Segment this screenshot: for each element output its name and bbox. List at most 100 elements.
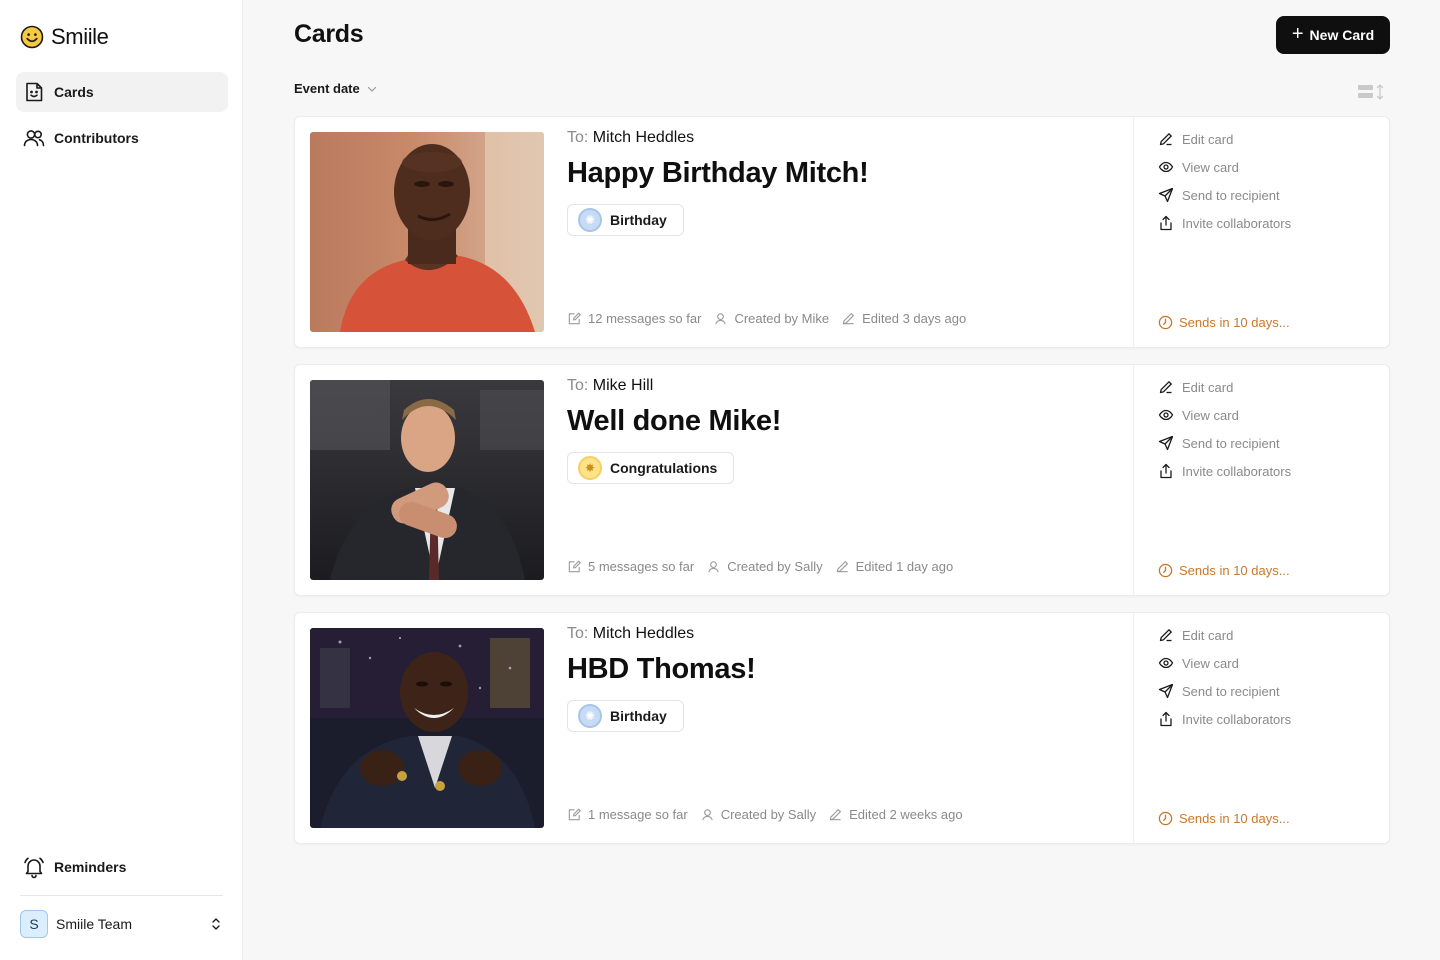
sidebar-item-label: Reminders bbox=[54, 859, 127, 875]
plus-icon: + bbox=[1291, 23, 1304, 45]
send-label: Send to recipient bbox=[1182, 187, 1280, 203]
created-by: Created by Mike bbox=[713, 311, 829, 326]
sidebar-divider bbox=[20, 895, 223, 896]
edited-time: Edited 2 weeks ago bbox=[828, 807, 963, 822]
card-title[interactable]: Happy Birthday Mitch! bbox=[567, 157, 869, 190]
edited-time: Edited 1 day ago bbox=[835, 559, 953, 574]
messages-text: 5 messages so far bbox=[588, 559, 695, 574]
edit-card-label: Edit card bbox=[1182, 131, 1234, 147]
messages-text: 12 messages so far bbox=[588, 311, 702, 326]
send-to-recipient-link[interactable]: Send to recipient bbox=[1158, 187, 1280, 203]
clock-icon bbox=[1158, 315, 1173, 330]
card-recipient: To: Mike Hill bbox=[567, 377, 653, 395]
sidebar-item-label: Contributors bbox=[54, 130, 139, 146]
invite-collaborators-link[interactable]: Invite collaborators bbox=[1158, 215, 1291, 231]
created-by-text: Created by Mike bbox=[734, 311, 830, 326]
recipient-name: Mitch Heddles bbox=[592, 625, 695, 642]
view-card-link[interactable]: View card bbox=[1158, 655, 1239, 671]
share-icon bbox=[1160, 711, 1172, 727]
users-icon bbox=[23, 130, 45, 147]
team-name: Smiile Team bbox=[56, 916, 132, 932]
card-title[interactable]: HBD Thomas! bbox=[567, 653, 756, 686]
messages-text: 1 message so far bbox=[588, 807, 688, 822]
card-item[interactable]: To: Mitch Heddles HBD Thomas! ✺ Birthday… bbox=[294, 612, 1390, 844]
view-toggle-icon[interactable] bbox=[1358, 82, 1386, 102]
edited-text: Edited 2 weeks ago bbox=[849, 807, 963, 822]
note-edit-icon bbox=[568, 560, 581, 573]
card-meta: 1 message so far Created by Sally Edited… bbox=[567, 807, 963, 822]
created-by-text: Created by Sally bbox=[720, 807, 817, 822]
to-label: To: bbox=[567, 625, 589, 642]
sidebar-item-reminders[interactable]: Reminders bbox=[16, 847, 228, 887]
badge-label: Birthday bbox=[610, 708, 667, 724]
sidebar-item-contributors[interactable]: Contributors bbox=[16, 118, 228, 158]
eye-icon bbox=[1158, 657, 1174, 669]
chevron-up-down-icon bbox=[212, 918, 220, 930]
edit-card-label: Edit card bbox=[1182, 379, 1234, 395]
team-switcher[interactable]: S Smiile Team bbox=[20, 909, 224, 939]
view-card-link[interactable]: View card bbox=[1158, 159, 1239, 175]
messages-count: 12 messages so far bbox=[567, 311, 701, 326]
created-by: Created by Sally bbox=[706, 559, 823, 574]
send-icon bbox=[1158, 683, 1174, 699]
card-actions-panel: Edit card View card Send to recipient In… bbox=[1133, 613, 1390, 843]
card-item[interactable]: To: Mitch Heddles Happy Birthday Mitch! … bbox=[294, 116, 1390, 348]
sidebar: Smiile Cards Contributors Reminders S Sm… bbox=[0, 0, 243, 960]
messages-count: 1 message so far bbox=[567, 807, 688, 822]
recipient-name: Mike Hill bbox=[592, 377, 654, 394]
smiley-logo-icon bbox=[20, 25, 44, 49]
card-meta: 12 messages so far Created by Mike Edite… bbox=[567, 311, 966, 326]
clock-icon bbox=[1158, 563, 1173, 578]
created-by: Created by Sally bbox=[700, 807, 816, 822]
badge-label: Birthday bbox=[610, 212, 667, 228]
sidebar-item-cards[interactable]: Cards bbox=[16, 72, 228, 112]
birthday-cake-icon: ✺ bbox=[578, 704, 602, 728]
share-icon bbox=[1160, 463, 1172, 479]
pencil-icon bbox=[842, 313, 855, 325]
note-edit-icon bbox=[568, 808, 581, 821]
card-recipient: To: Mitch Heddles bbox=[567, 129, 694, 147]
occasion-badge: ✸ Congratulations bbox=[567, 452, 735, 484]
card-recipient: To: Mitch Heddles bbox=[567, 625, 694, 643]
send-schedule: Sends in 10 days... bbox=[1158, 315, 1290, 330]
send-to-recipient-link[interactable]: Send to recipient bbox=[1158, 435, 1280, 451]
messages-count: 5 messages so far bbox=[567, 559, 694, 574]
occasion-badge: ✺ Birthday bbox=[567, 700, 684, 732]
edit-card-link[interactable]: Edit card bbox=[1158, 379, 1233, 395]
edit-card-link[interactable]: Edit card bbox=[1158, 131, 1233, 147]
edited-time: Edited 3 days ago bbox=[841, 311, 966, 326]
send-icon bbox=[1158, 187, 1174, 203]
new-card-button[interactable]: + New Card bbox=[1276, 16, 1390, 54]
invite-collaborators-link[interactable]: Invite collaborators bbox=[1158, 463, 1291, 479]
recipient-name: Mitch Heddles bbox=[592, 129, 695, 146]
pencil-icon bbox=[829, 809, 842, 821]
bell-icon bbox=[24, 857, 44, 879]
sort-dropdown[interactable]: Event date bbox=[294, 81, 378, 96]
edit-card-link[interactable]: Edit card bbox=[1158, 627, 1233, 643]
edited-text: Edited 3 days ago bbox=[862, 311, 967, 326]
card-item[interactable]: To: Mike Hill Well done Mike! ✸ Congratu… bbox=[294, 364, 1390, 596]
view-card-link[interactable]: View card bbox=[1158, 407, 1239, 423]
clock-icon bbox=[1158, 811, 1173, 826]
sends-text: Sends in 10 days... bbox=[1179, 811, 1290, 826]
view-card-label: View card bbox=[1182, 159, 1239, 175]
card-smile-icon bbox=[26, 82, 43, 102]
send-to-recipient-link[interactable]: Send to recipient bbox=[1158, 683, 1280, 699]
pencil-icon bbox=[1159, 133, 1172, 146]
view-card-label: View card bbox=[1182, 655, 1239, 671]
share-icon bbox=[1160, 215, 1172, 231]
invite-label: Invite collaborators bbox=[1182, 711, 1292, 727]
send-schedule: Sends in 10 days... bbox=[1158, 563, 1290, 578]
sends-text: Sends in 10 days... bbox=[1179, 563, 1290, 578]
pencil-icon bbox=[836, 561, 848, 573]
new-card-label: New Card bbox=[1309, 27, 1375, 43]
app-logo[interactable]: Smiile bbox=[20, 24, 109, 50]
sort-label: Event date bbox=[294, 81, 360, 96]
to-label: To: bbox=[567, 129, 589, 146]
card-gif-image bbox=[310, 628, 544, 828]
occasion-badge: ✺ Birthday bbox=[567, 204, 684, 236]
user-icon bbox=[701, 809, 713, 821]
invite-collaborators-link[interactable]: Invite collaborators bbox=[1158, 711, 1291, 727]
card-title[interactable]: Well done Mike! bbox=[567, 405, 781, 438]
edit-card-label: Edit card bbox=[1182, 627, 1234, 643]
